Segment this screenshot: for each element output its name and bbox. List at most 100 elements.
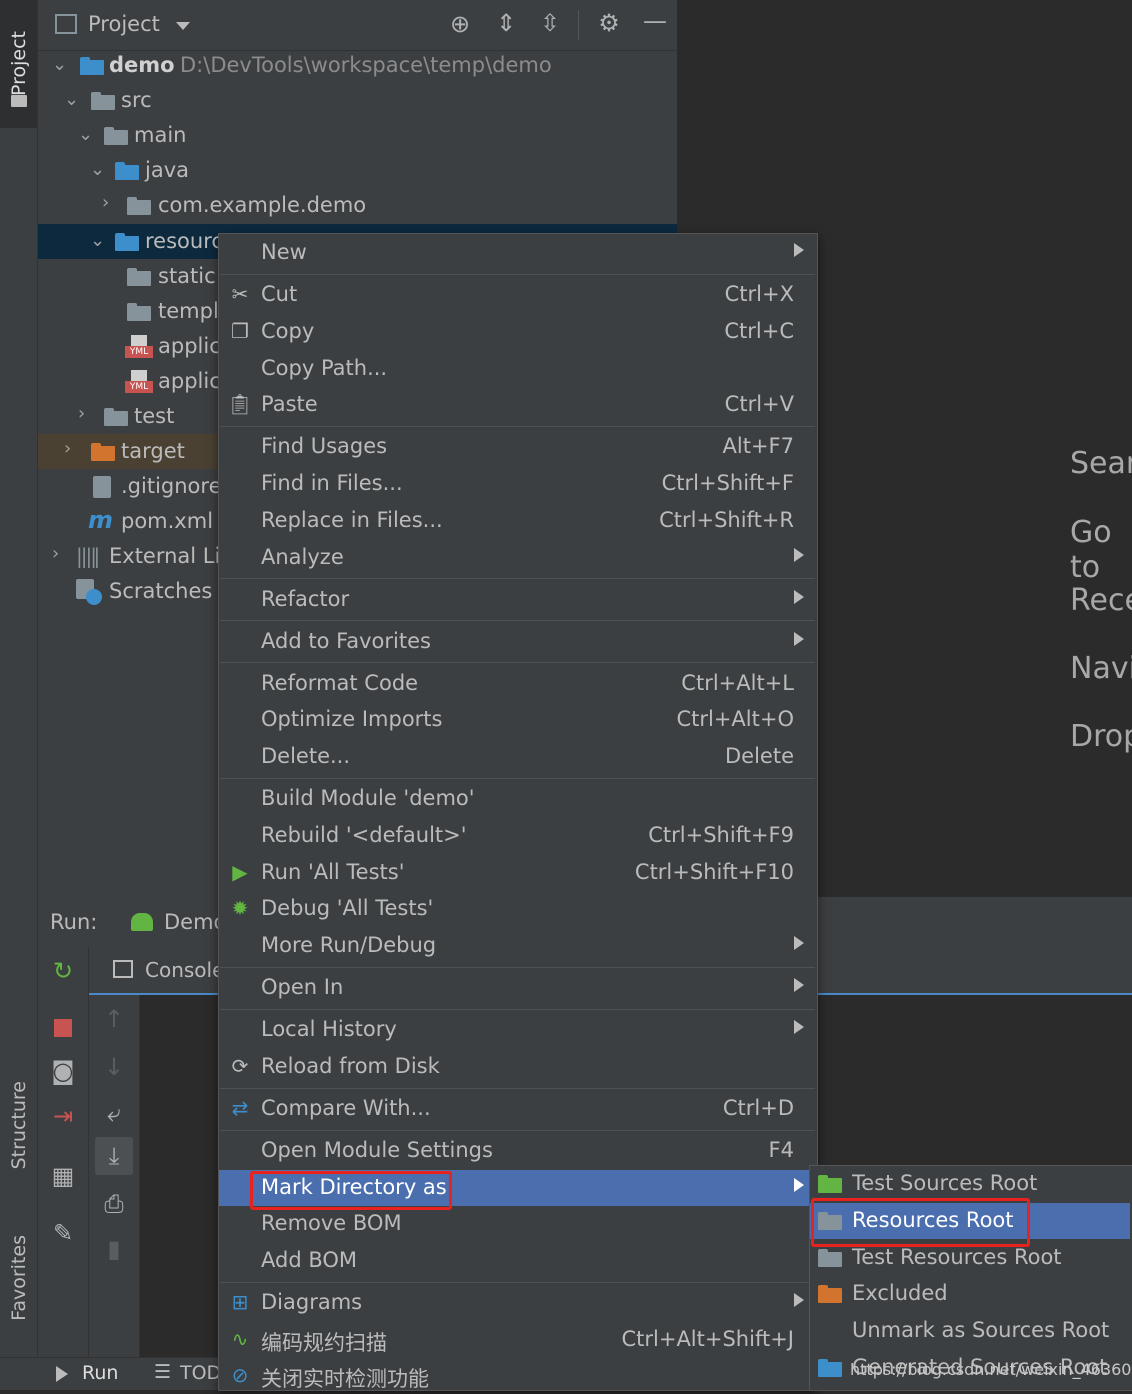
trash-icon[interactable]: ▮ bbox=[99, 1235, 129, 1263]
menu-item-label: Compare With... bbox=[261, 1096, 431, 1120]
hide-icon[interactable]: — bbox=[640, 7, 670, 35]
submenu-item-test-sources-root[interactable]: Test Sources Root bbox=[810, 1166, 1130, 1202]
menu-item-label: Remove BOM bbox=[261, 1211, 402, 1235]
menu-item-run-all-tests[interactable]: ▶ Run 'All Tests' Ctrl+Shift+F10 bbox=[219, 855, 816, 891]
submenu-item-excluded[interactable]: Excluded bbox=[810, 1276, 1130, 1312]
menu-item-reformat-code[interactable]: Reformat Code Ctrl+Alt+L bbox=[219, 666, 816, 702]
chevron-right-icon[interactable]: › bbox=[78, 405, 92, 423]
menu-item-label: Find Usages bbox=[261, 434, 388, 458]
chevron-right-icon[interactable]: › bbox=[64, 440, 78, 458]
tree-item-src[interactable]: ⌄ src bbox=[38, 83, 677, 118]
down-arrow-icon[interactable]: ↓ bbox=[99, 1053, 129, 1081]
tree-item-java[interactable]: ⌄ java bbox=[38, 153, 677, 188]
folder-icon bbox=[127, 268, 151, 286]
menu-item-add-bom[interactable]: Add BOM bbox=[219, 1243, 816, 1279]
structure-tool-tab[interactable]: Structure bbox=[0, 1060, 37, 1190]
run-tool-tab[interactable]: Run bbox=[82, 1362, 118, 1384]
console-icon bbox=[113, 960, 133, 978]
chevron-right-icon[interactable]: › bbox=[52, 545, 66, 563]
camera-icon[interactable]: ◙ bbox=[48, 1057, 78, 1085]
tree-item-package[interactable]: › com.example.demo bbox=[38, 188, 677, 223]
tree-item-label: .gitignore bbox=[121, 474, 222, 498]
chevron-down-icon[interactable] bbox=[176, 22, 190, 30]
menu-item-rebuild[interactable]: Rebuild '<default>' Ctrl+Shift+F9 bbox=[219, 818, 816, 854]
chevron-down-icon[interactable]: ⌄ bbox=[90, 232, 105, 250]
locate-icon[interactable]: ⊕ bbox=[445, 10, 475, 38]
test-sources-folder-icon bbox=[818, 1175, 842, 1193]
menu-item-copy-path[interactable]: Copy Path... bbox=[219, 351, 816, 387]
menu-item-label: Reload from Disk bbox=[261, 1054, 440, 1078]
gear-icon[interactable]: ⚙ bbox=[594, 9, 624, 37]
menu-item-add-to-favorites[interactable]: Add to Favorites bbox=[219, 624, 816, 660]
pin-icon[interactable]: ✎ bbox=[48, 1219, 78, 1247]
menu-item-remove-bom[interactable]: Remove BOM bbox=[219, 1206, 816, 1242]
favorites-tool-tab[interactable]: Favorites bbox=[0, 1215, 37, 1340]
submenu-arrow-icon bbox=[794, 548, 804, 562]
menu-separator bbox=[220, 778, 815, 779]
project-panel-title[interactable]: Project bbox=[88, 12, 160, 36]
tree-item-label: demo bbox=[109, 53, 175, 77]
menu-item-label: Reformat Code bbox=[261, 671, 419, 695]
test-resources-folder-icon bbox=[818, 1249, 842, 1267]
menu-item-delete[interactable]: Delete... Delete bbox=[219, 739, 816, 775]
clock-icon bbox=[86, 589, 102, 605]
menu-item-local-history[interactable]: Local History bbox=[219, 1012, 816, 1048]
menu-item-new[interactable]: New bbox=[219, 235, 816, 271]
chevron-down-icon[interactable]: ⌄ bbox=[52, 56, 67, 74]
menu-item-label: Optimize Imports bbox=[261, 707, 443, 731]
menu-item-open-module-settings[interactable]: Open Module Settings F4 bbox=[219, 1133, 816, 1169]
chevron-down-icon[interactable]: ⌄ bbox=[90, 161, 105, 179]
menu-item-debug-all-tests[interactable]: ✹ Debug 'All Tests' bbox=[219, 891, 816, 927]
menu-item-diagrams[interactable]: ⊞ Diagrams bbox=[219, 1285, 816, 1321]
menu-item-shortcut: Alt+F7 bbox=[722, 434, 794, 458]
menu-item-build-module[interactable]: Build Module 'demo' bbox=[219, 781, 816, 817]
menu-item-open-in[interactable]: Open In bbox=[219, 970, 816, 1006]
menu-item-cut[interactable]: ✂ Cut Ctrl+X bbox=[219, 277, 816, 313]
menu-item-find-usages[interactable]: Find Usages Alt+F7 bbox=[219, 429, 816, 465]
collapse-all-icon[interactable]: ⇳ bbox=[535, 9, 565, 37]
menu-item-label: Analyze bbox=[261, 545, 344, 569]
menu-item-code-scan[interactable]: ∿ 编码规约扫描 Ctrl+Alt+Shift+J bbox=[219, 1322, 816, 1358]
yml-file-icon: YML bbox=[125, 370, 153, 394]
menu-item-replace-in-files[interactable]: Replace in Files... Ctrl+Shift+R bbox=[219, 503, 816, 539]
up-arrow-icon[interactable]: ↑ bbox=[99, 1005, 129, 1033]
todo-tool-tab[interactable]: TOD bbox=[180, 1362, 221, 1384]
expand-all-icon[interactable]: ⇕ bbox=[491, 9, 521, 37]
editor-hint-navigation: Navi bbox=[1070, 651, 1132, 686]
print-icon[interactable]: ⎙ bbox=[99, 1190, 129, 1218]
menu-item-more-run-debug[interactable]: More Run/Debug bbox=[219, 928, 816, 964]
menu-item-reload-from-disk[interactable]: ⟳ Reload from Disk bbox=[219, 1049, 816, 1085]
exit-icon[interactable]: ⇥ bbox=[48, 1102, 78, 1130]
submenu-arrow-icon bbox=[794, 1293, 804, 1307]
menu-item-optimize-imports[interactable]: Optimize Imports Ctrl+Alt+O bbox=[219, 702, 816, 738]
console-tab[interactable]: Console bbox=[145, 958, 224, 982]
tree-item-label: applic bbox=[158, 334, 221, 358]
gitignore-file-icon bbox=[93, 476, 111, 498]
tree-item-demo[interactable]: ⌄ demo D:\DevTools\workspace\temp\demo bbox=[38, 48, 677, 83]
menu-item-paste[interactable]: 📋︎ Paste Ctrl+V bbox=[219, 387, 816, 423]
resources-folder-icon bbox=[115, 233, 139, 251]
layout-icon[interactable]: ▦ bbox=[48, 1162, 78, 1190]
scan-icon: ∿ bbox=[231, 1327, 249, 1351]
soft-wrap-icon[interactable]: ⤶ bbox=[99, 1099, 129, 1127]
menu-item-copy[interactable]: ❐ Copy Ctrl+C bbox=[219, 314, 816, 350]
menu-item-shortcut: Ctrl+V bbox=[724, 392, 794, 416]
tree-item-label: templ bbox=[158, 299, 219, 323]
stop-icon[interactable] bbox=[54, 1019, 72, 1037]
submenu-item-unmark[interactable]: Unmark as Sources Root bbox=[810, 1313, 1130, 1349]
menu-item-refactor[interactable]: Refactor bbox=[219, 582, 816, 618]
submenu-item-label: Excluded bbox=[852, 1281, 948, 1305]
chevron-right-icon[interactable]: › bbox=[102, 194, 116, 212]
menu-item-label: New bbox=[261, 240, 307, 264]
submenu-arrow-icon bbox=[794, 1020, 804, 1034]
tree-item-main[interactable]: ⌄ main bbox=[38, 118, 677, 153]
project-tool-tab[interactable]: Project bbox=[0, 0, 37, 128]
chevron-down-icon[interactable]: ⌄ bbox=[78, 126, 93, 144]
menu-item-analyze[interactable]: Analyze bbox=[219, 540, 816, 576]
menu-item-label: More Run/Debug bbox=[261, 933, 437, 957]
menu-item-compare-with[interactable]: ⇄ Compare With... Ctrl+D bbox=[219, 1091, 816, 1127]
menu-item-find-in-files[interactable]: Find in Files... Ctrl+Shift+F bbox=[219, 466, 816, 502]
rerun-icon[interactable]: ↻ bbox=[48, 957, 78, 985]
chevron-down-icon[interactable]: ⌄ bbox=[64, 91, 79, 109]
submenu-item-label: Test Resources Root bbox=[852, 1245, 1062, 1269]
